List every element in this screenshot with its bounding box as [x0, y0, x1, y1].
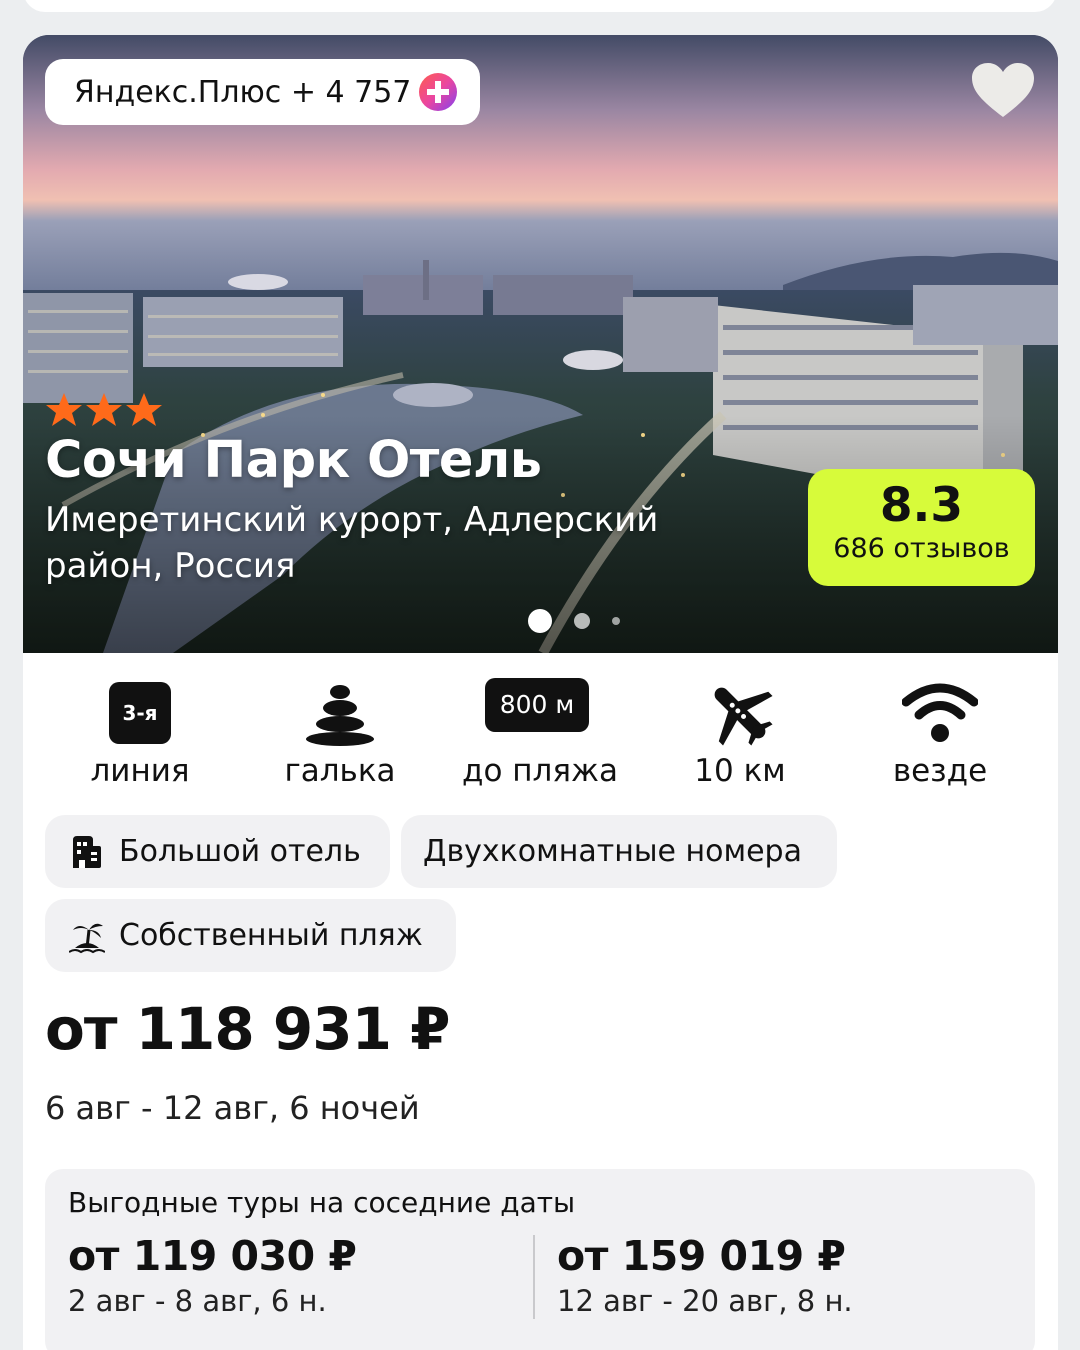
tag-label: Собственный пляж	[119, 918, 423, 953]
yandex-plus-label: Яндекс.Плюс + 4 757	[74, 74, 412, 110]
carousel-dots	[528, 609, 620, 633]
divider	[533, 1235, 535, 1319]
pebbles-icon	[306, 685, 374, 746]
yandex-plus-icon	[419, 73, 457, 111]
feature-label: до пляжа	[462, 753, 618, 789]
beach-line-badge: 3-я	[109, 682, 171, 744]
airplane-icon	[714, 687, 773, 746]
hotel-features: 3-я линия галька 800 м до пляжа 10 км ве…	[23, 676, 1058, 796]
feature-label: везде	[892, 753, 988, 789]
hotel-card[interactable]: Яндекс.Плюс + 4 757 Сочи Парк Отель Имер…	[23, 35, 1058, 1350]
tag-two-room[interactable]: Двухкомнатные номера	[401, 815, 837, 888]
nearby-tours-title: Выгодные туры на соседние даты	[68, 1186, 576, 1219]
favorite-heart-icon[interactable]	[970, 61, 1036, 119]
star-icon	[86, 393, 122, 426]
carousel-dot-active	[528, 609, 552, 633]
distance-badge: 800 м	[485, 678, 589, 732]
carousel-dot	[612, 617, 620, 625]
wifi-icon	[902, 683, 978, 742]
star-icon	[126, 393, 162, 426]
previous-card	[23, 0, 1057, 12]
building-icon	[73, 835, 101, 868]
reviews-count: 686 отзывов	[833, 533, 1010, 564]
nearby-tour-dates: 2 авг - 8 авг, 6 н.	[68, 1284, 327, 1318]
tour-price: от 118 931 ₽	[45, 995, 451, 1063]
nearby-dates-tours: Выгодные туры на соседние даты от 119 03…	[45, 1169, 1035, 1350]
nearby-tour-dates: 12 авг - 20 авг, 8 н.	[557, 1284, 853, 1318]
rating-score: 8.3	[879, 478, 964, 533]
nearby-tour-price: от 119 030 ₽	[68, 1232, 357, 1280]
feature-label: галька	[284, 753, 396, 789]
tag-private-beach[interactable]: Собственный пляж	[45, 899, 456, 972]
tag-label: Большой отель	[119, 834, 361, 869]
tag-big-hotel[interactable]: Большой отель	[45, 815, 390, 888]
hotel-name[interactable]: Сочи Парк Отель	[45, 431, 542, 490]
yandex-plus-cashback-badge[interactable]: Яндекс.Плюс + 4 757	[45, 59, 480, 125]
feature-label: 10 км	[694, 753, 786, 789]
hotel-location: Имеретинский курорт, Адлерский район, Ро…	[45, 500, 659, 586]
carousel-dot	[574, 613, 590, 629]
star-icon	[46, 393, 82, 426]
nearby-tour-price: от 159 019 ₽	[557, 1232, 846, 1280]
hotel-stars	[45, 392, 163, 428]
tag-label: Двухкомнатные номера	[423, 834, 802, 869]
rating-badge[interactable]: 8.3 686 отзывов	[808, 469, 1035, 586]
nearby-tour-option[interactable]: от 119 030 ₽ 2 авг - 8 авг, 6 н.	[68, 1232, 357, 1318]
island-icon	[69, 923, 105, 953]
tour-dates: 6 авг - 12 авг, 6 ночей	[45, 1089, 420, 1127]
feature-label: линия	[90, 753, 190, 789]
nearby-tour-option[interactable]: от 159 019 ₽ 12 авг - 20 авг, 8 н.	[557, 1232, 853, 1318]
hotel-photo-carousel[interactable]: Яндекс.Плюс + 4 757 Сочи Парк Отель Имер…	[23, 35, 1058, 653]
